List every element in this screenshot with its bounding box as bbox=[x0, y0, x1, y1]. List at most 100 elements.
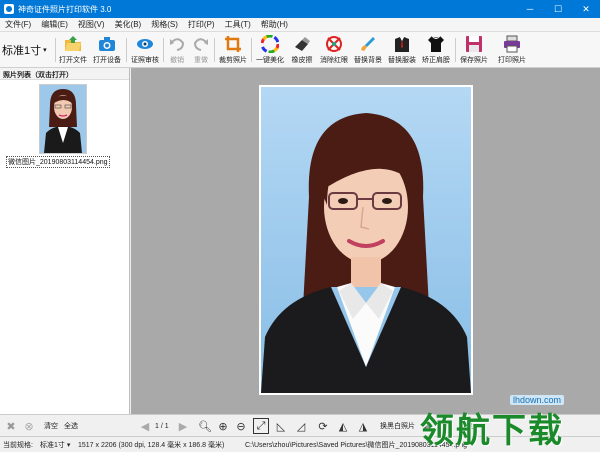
pin-icon: ✖ bbox=[6, 420, 16, 433]
maximize-button[interactable]: ☐ bbox=[544, 0, 572, 18]
suit-icon bbox=[393, 35, 411, 53]
red-eye-button[interactable]: 消除红眼 bbox=[318, 35, 350, 67]
refresh-icon: ⟳ bbox=[318, 420, 328, 433]
watermark-logo: 领航下载 bbox=[420, 411, 564, 451]
replace-suit-button[interactable]: 替换服装 bbox=[386, 35, 418, 67]
open-folder-icon bbox=[64, 35, 82, 53]
photo-list-panel: 照片列表（双击打开） 微信图片_20190803114454.png bbox=[0, 68, 130, 414]
replace-bg-button[interactable]: 替换背景 bbox=[352, 35, 384, 67]
crop-icon bbox=[224, 35, 242, 53]
menu-help[interactable]: 帮助(H) bbox=[256, 19, 293, 30]
flip-vertical-button[interactable]: ◮ bbox=[356, 418, 370, 434]
toolbar-separator bbox=[455, 38, 456, 62]
toolbar-separator bbox=[163, 38, 164, 62]
shoulder-button[interactable]: 矫正肩膀 bbox=[420, 35, 452, 67]
redo-label: 重做 bbox=[194, 57, 208, 64]
photo-list-item[interactable]: 微信图片_20190803114454.png bbox=[3, 82, 128, 182]
crop-label: 裁剪照片 bbox=[219, 57, 247, 64]
eraser-icon bbox=[293, 35, 311, 53]
toolbar-separator bbox=[214, 38, 215, 62]
shoulder-label: 矫正肩膀 bbox=[422, 57, 450, 64]
eraser-button[interactable]: 橡皮擦 bbox=[288, 35, 316, 67]
undo-icon bbox=[168, 35, 186, 53]
menu-edit[interactable]: 编辑(E) bbox=[36, 19, 73, 30]
photo-thumbnail[interactable] bbox=[39, 84, 87, 154]
toolbar-separator bbox=[126, 38, 127, 62]
replace-bg-label: 替换背景 bbox=[354, 57, 382, 64]
fullscreen-icon: ⤢ bbox=[256, 419, 266, 432]
app-icon bbox=[4, 4, 14, 14]
zoom-out-button[interactable]: ⊖ bbox=[234, 418, 248, 434]
replace-white-button[interactable]: 换黑白照片 bbox=[380, 418, 415, 434]
menu-view[interactable]: 视图(V) bbox=[73, 19, 110, 30]
open-device-label: 打开设备 bbox=[93, 57, 121, 64]
printer-icon bbox=[503, 35, 521, 53]
menu-bar: 文件(F) 编辑(E) 视图(V) 美化(B) 规格(S) 打印(P) 工具(T… bbox=[0, 18, 600, 32]
rotate-right-button[interactable]: ◿ bbox=[294, 418, 308, 434]
rotate-left-icon: ◺ bbox=[276, 420, 286, 433]
photo-file-name: 微信图片_20190803114454.png bbox=[6, 156, 110, 168]
fit-window-button[interactable]: ⤢ bbox=[253, 418, 269, 434]
red-eye-label: 消除红眼 bbox=[320, 57, 348, 64]
photo-canvas[interactable] bbox=[131, 68, 600, 414]
open-device-button[interactable]: 打开设备 bbox=[91, 35, 123, 67]
open-file-label: 打开文件 bbox=[59, 57, 87, 64]
menu-print[interactable]: 打印(P) bbox=[183, 19, 220, 30]
id-photo-preview[interactable] bbox=[259, 85, 473, 395]
current-spec-dropdown[interactable]: 标准1寸 ▾ bbox=[40, 440, 70, 450]
window-title: 神奇证件照片打印软件 3.0 bbox=[18, 4, 112, 14]
arrow-right-icon: ▶ bbox=[178, 420, 188, 433]
eraser-label: 橡皮擦 bbox=[291, 57, 313, 64]
save-photo-button[interactable]: 保存照片 bbox=[458, 35, 490, 67]
photo-list-header: 照片列表（双击打开） bbox=[0, 68, 129, 80]
menu-tools[interactable]: 工具(T) bbox=[220, 19, 256, 30]
replace-suit-label: 替换服装 bbox=[388, 57, 416, 64]
open-file-button[interactable]: 打开文件 bbox=[58, 35, 88, 67]
flip-horizontal-button[interactable]: ◭ bbox=[336, 418, 350, 434]
save-icon bbox=[465, 35, 483, 53]
zoom-in-icon: ⊕ bbox=[218, 420, 228, 433]
zoom-out-icon: ⊖ bbox=[236, 420, 246, 433]
review-label: 证照审核 bbox=[131, 57, 159, 64]
select-all-button[interactable]: 全选 bbox=[64, 418, 78, 434]
rotate-left-button[interactable]: ◺ bbox=[274, 418, 288, 434]
color-wheel-icon bbox=[260, 34, 280, 54]
zoom-fit-button[interactable]: 🔍︎ bbox=[198, 418, 212, 434]
clear-button[interactable]: 清空 bbox=[44, 418, 58, 434]
redo-button[interactable]: 重做 bbox=[190, 35, 212, 67]
magnifier-icon: 🔍︎ bbox=[198, 420, 212, 433]
crop-button[interactable]: 裁剪照片 bbox=[217, 35, 249, 67]
redo-icon bbox=[192, 35, 210, 53]
next-page-button[interactable]: ▶ bbox=[176, 418, 190, 434]
flip-horizontal-icon: ◭ bbox=[338, 420, 348, 433]
save-photo-label: 保存照片 bbox=[460, 57, 488, 64]
chevron-down-icon: ▾ bbox=[66, 442, 71, 449]
minimize-button[interactable]: ─ bbox=[516, 0, 544, 18]
spec-dropdown[interactable]: 标准1寸 ▾ bbox=[2, 40, 54, 60]
close-button[interactable]: ✕ bbox=[572, 0, 600, 18]
refresh-button[interactable]: ⟳ bbox=[316, 418, 330, 434]
beautify-label: 一键美化 bbox=[256, 57, 284, 64]
toolbar-separator bbox=[251, 38, 252, 62]
review-button[interactable]: 证照审核 bbox=[129, 35, 161, 67]
print-photo-label: 打印照片 bbox=[498, 57, 526, 64]
menu-file[interactable]: 文件(F) bbox=[0, 19, 36, 30]
zoom-in-button[interactable]: ⊕ bbox=[216, 418, 230, 434]
menu-beautify[interactable]: 美化(B) bbox=[110, 19, 147, 30]
main-toolbar: 标准1寸 ▾ 打开文件 打开设备 证照审核 撤销 重做 裁剪照片 一键美化 橡皮… bbox=[0, 32, 600, 68]
print-photo-button[interactable]: 打印照片 bbox=[496, 35, 528, 67]
prev-page-button[interactable]: ◀ bbox=[138, 418, 152, 434]
undo-button[interactable]: 撤销 bbox=[166, 35, 188, 67]
remove-photo-button[interactable]: ⊗ bbox=[22, 418, 36, 434]
red-eye-icon bbox=[325, 35, 343, 53]
menu-spec[interactable]: 规格(S) bbox=[146, 19, 183, 30]
spec-value: 标准1寸 bbox=[2, 45, 42, 57]
close-circle-icon: ⊗ bbox=[24, 420, 34, 433]
image-dimensions: 1517 x 2206 (300 dpi, 128.4 毫米 x 186.8 毫… bbox=[78, 442, 225, 449]
delete-photo-button[interactable]: ✖ bbox=[4, 418, 18, 434]
beautify-button[interactable]: 一键美化 bbox=[254, 34, 286, 67]
arrow-left-icon: ◀ bbox=[140, 420, 150, 433]
paint-brush-icon bbox=[359, 35, 377, 53]
shirt-icon bbox=[427, 35, 445, 53]
current-spec-value: 标准1寸 bbox=[40, 442, 65, 449]
